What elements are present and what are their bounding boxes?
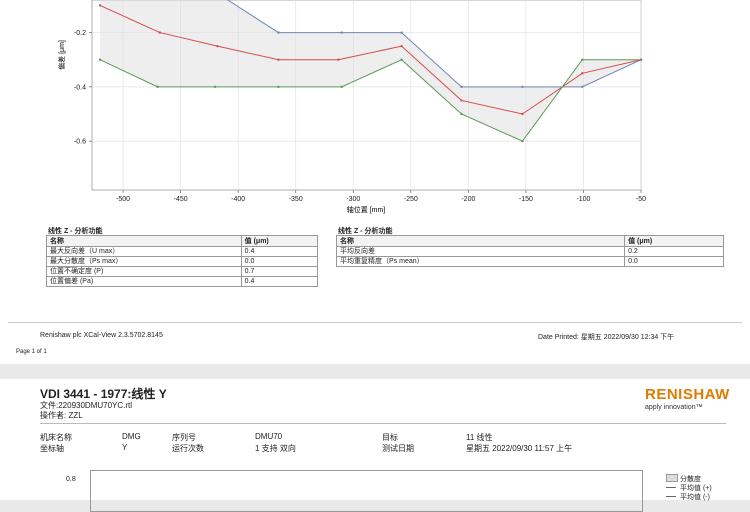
data-point <box>400 58 403 61</box>
left-col-value: 值 (μm) <box>240 235 319 247</box>
right-col-name: 名称 <box>335 235 626 247</box>
legend-mean-minus: 平均值 (-) <box>680 494 710 501</box>
data-point <box>213 85 217 89</box>
y-tick-label: -0.4 <box>74 84 86 91</box>
data-point <box>521 112 524 116</box>
data-point <box>277 58 280 61</box>
axis-label: 坐标轴 <box>40 444 64 453</box>
data-point <box>581 72 584 75</box>
table-row: 最大反向差（U max） 0.4 <box>46 246 319 257</box>
y-axis-label: 偏差 [μm] <box>57 40 66 70</box>
data-point <box>277 85 280 89</box>
data-point <box>400 44 403 48</box>
data-point <box>337 58 340 61</box>
page-number: Page 1 of 1 <box>16 349 47 355</box>
left-col-name: 名称 <box>46 235 242 247</box>
machine-value: DMG <box>122 432 141 441</box>
legend-swatch-mean-minus <box>666 496 676 497</box>
renishaw-logo: RENISHAW <box>645 386 730 403</box>
header-divider <box>40 423 726 424</box>
row-value: 0.7 <box>240 266 319 277</box>
data-point <box>340 31 343 34</box>
left-analysis-table: 名称值 (μm) 最大反向差（U max） 0.4 最大分散度（Ps max） 0.… <box>46 235 319 287</box>
right-col-value: 值 (μm) <box>624 235 724 247</box>
y-tick-label: -0.2 <box>74 30 86 37</box>
row-name: 平均反向差 <box>335 246 626 257</box>
x-tick-label: -400 <box>231 196 245 203</box>
data-point <box>460 85 463 89</box>
y-tick-label: 0.8 <box>66 476 76 483</box>
machine-label: 机床名称 <box>40 433 72 442</box>
data-point <box>521 139 524 143</box>
data-point <box>521 85 524 89</box>
date-printed: Date Printed: 星期五 2022/09/30 12:34 下午 <box>538 334 675 341</box>
x-tick-label: -150 <box>519 196 533 203</box>
data-point <box>216 44 219 48</box>
right-analysis-table: 名称值 (μm) 平均反向差 0.2 平均重复精度（Ps mean） 0.0 <box>335 235 724 267</box>
row-value: 0.0 <box>624 256 724 267</box>
data-point <box>460 112 463 116</box>
target-label: 目标 <box>382 433 398 442</box>
target-value: 11 线性 <box>466 433 493 442</box>
serial-value: DMU70 <box>255 432 283 441</box>
x-tick-label: -50 <box>636 196 646 203</box>
y-tick-label: -0.6 <box>74 139 86 146</box>
legend-swatch-dispersion <box>666 474 678 482</box>
deviation-chart: -500 -450 -400 -350 -300 -250 -200 -150 -100 -50 … <box>57 0 646 214</box>
data-point <box>98 58 102 61</box>
x-axis-label: 轴位置 [mm] <box>347 205 386 214</box>
table-row: 最大分散度（Ps max） 0.0 <box>46 256 319 267</box>
row-value: 0.2 <box>624 246 724 257</box>
chart-2-plot-area <box>90 470 643 512</box>
runs-label: 运行次数 <box>172 444 204 453</box>
row-name: 平均重复精度（Ps mean） <box>335 256 626 267</box>
data-point <box>639 58 643 61</box>
x-tick-label: -450 <box>174 196 188 203</box>
serial-label: 序列号 <box>172 433 196 442</box>
operator: 操作者: ZZL <box>40 411 83 420</box>
data-point <box>156 85 159 89</box>
row-value: 0.4 <box>240 246 319 257</box>
data-point <box>581 85 584 89</box>
data-point <box>581 58 584 61</box>
data-point <box>277 31 280 34</box>
test-date-label: 测试日期 <box>382 444 414 453</box>
x-tick-label: -100 <box>576 196 590 203</box>
axis-value: Y <box>122 443 128 452</box>
table-row: 平均反向差 0.2 <box>335 246 724 257</box>
row-name: 最大分散度（Ps max） <box>46 256 242 267</box>
x-tick-label: -500 <box>116 196 130 203</box>
footer-divider <box>8 322 742 323</box>
data-point <box>400 31 403 34</box>
table-row: 位置不确定度 (P) 0.7 <box>46 266 319 277</box>
software-version: Renishaw plc XCal-View 2.3.5702.8145 <box>40 332 163 339</box>
table-row: 平均重复精度（Ps mean） 0.0 <box>335 256 724 267</box>
row-value: 0.0 <box>240 256 319 267</box>
x-tick-label: -300 <box>346 196 360 203</box>
row-value: 0.4 <box>240 276 319 287</box>
table-row: 位置偏差 (Pa) 0.4 <box>46 276 319 287</box>
legend-swatch-mean-plus <box>666 487 676 488</box>
data-point <box>98 4 102 7</box>
x-tick-label: -200 <box>461 196 475 203</box>
x-tick-label: -350 <box>289 196 303 203</box>
report-page-1: -500 -450 -400 -350 -300 -250 -200 -150 -100 -50 … <box>0 0 750 364</box>
test-date-value: 星期五 2022/09/30 11:57 上午 <box>466 444 573 453</box>
row-name: 位置不确定度 (P) <box>46 266 242 277</box>
row-name: 位置偏差 (Pa) <box>46 276 242 287</box>
row-name: 最大反向差（U max） <box>46 246 242 257</box>
data-point <box>340 85 343 89</box>
logo-tagline: apply innovation™ <box>645 404 703 411</box>
data-point <box>158 31 162 34</box>
data-point <box>460 99 463 102</box>
runs-value: 1 支持 双向 <box>255 444 296 453</box>
x-tick-label: -250 <box>404 196 418 203</box>
